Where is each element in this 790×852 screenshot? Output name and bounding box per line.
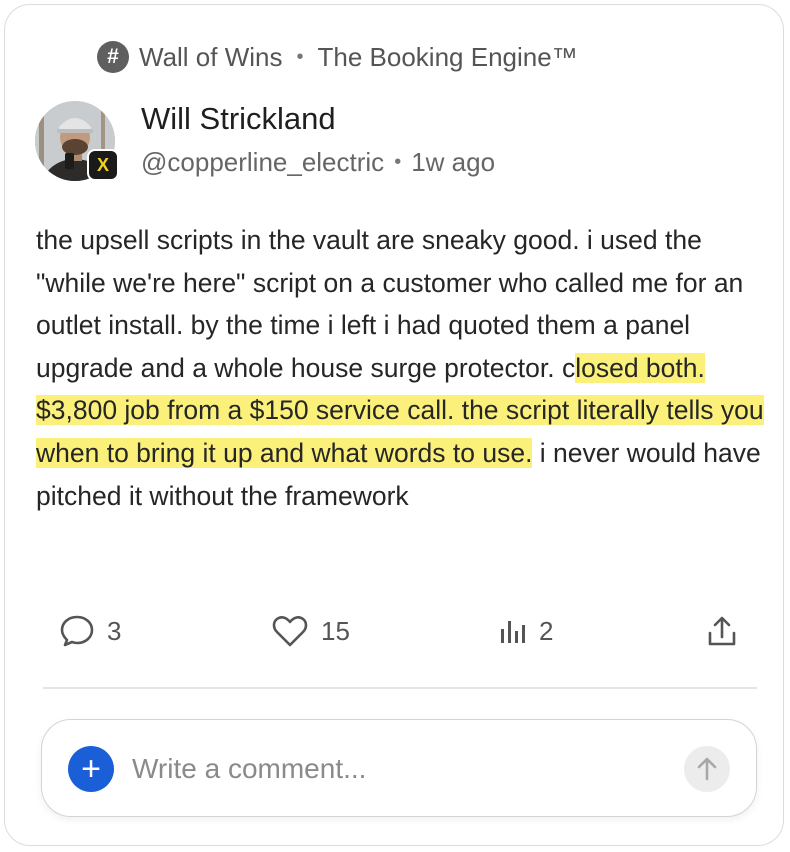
post-card: # Wall of Wins • The Booking Engine™ X W… [4, 4, 784, 846]
bar-chart-icon [501, 621, 525, 643]
author-handle[interactable]: @copperline_electric [141, 147, 384, 178]
add-attachment-button[interactable]: + [68, 746, 114, 792]
channel-breadcrumb[interactable]: # Wall of Wins • The Booking Engine™ [97, 39, 578, 75]
likes-count: 15 [321, 615, 350, 646]
hash-icon: # [97, 41, 129, 73]
post-actions: 3 15 2 [59, 609, 749, 653]
author-name[interactable]: Will Strickland [141, 101, 336, 137]
divider [43, 687, 757, 689]
post-timestamp: 1w ago [411, 147, 496, 177]
separator-dot: • [394, 151, 402, 173]
comments-button[interactable]: 3 [59, 609, 121, 653]
channel-name[interactable]: Wall of Wins [139, 42, 283, 73]
views-button[interactable]: 2 [499, 609, 553, 653]
separator-dot: • [296, 45, 304, 68]
post-meta: @copperline_electric • 1w ago [141, 147, 495, 178]
comment-composer: + [41, 719, 757, 817]
share-upload-icon [708, 616, 736, 646]
comment-bubble-icon [60, 615, 94, 647]
comment-input[interactable] [130, 744, 654, 794]
heart-icon [272, 616, 308, 647]
share-button[interactable] [707, 609, 749, 653]
arrow-up-icon [697, 757, 717, 781]
avatar[interactable]: X [35, 101, 119, 185]
send-button[interactable] [684, 746, 730, 792]
comments-count: 3 [107, 615, 122, 646]
post-body: the upsell scripts in the vault are snea… [36, 219, 771, 517]
space-name[interactable]: The Booking Engine™ [318, 42, 578, 73]
plus-icon: + [81, 750, 101, 788]
views-count: 2 [539, 615, 554, 646]
like-button[interactable]: 15 [271, 609, 350, 653]
brand-badge-icon: X [87, 149, 119, 181]
